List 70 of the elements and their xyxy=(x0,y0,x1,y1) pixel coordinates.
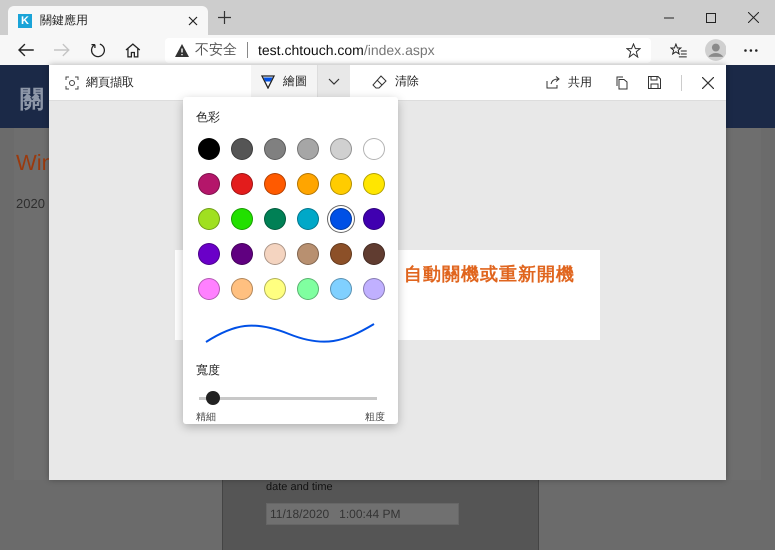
color-swatch[interactable] xyxy=(264,208,286,230)
camera-icon xyxy=(65,76,79,90)
color-swatch[interactable] xyxy=(231,278,253,300)
save-icon[interactable] xyxy=(648,76,661,89)
header-title: 關 xyxy=(20,86,44,113)
address-field[interactable]: 不安全 test.chtouch.com/index.aspx xyxy=(165,38,651,62)
color-swatch[interactable] xyxy=(231,173,253,195)
color-swatch[interactable] xyxy=(198,278,220,300)
color-swatch[interactable] xyxy=(231,208,253,230)
color-swatch[interactable] xyxy=(330,173,352,195)
eraser-icon xyxy=(372,74,387,88)
color-swatch[interactable] xyxy=(264,173,286,195)
star-icon[interactable] xyxy=(626,42,641,58)
tab-title: 關鍵應用 xyxy=(40,12,89,29)
width-title: 寬度 xyxy=(196,362,221,379)
url-text: test.chtouch.com/index.aspx xyxy=(258,42,435,58)
field-label: date and time xyxy=(266,481,334,493)
caret-icon xyxy=(328,78,340,85)
capture-button[interactable]: 網頁擷取 xyxy=(61,74,138,91)
color-swatch[interactable] xyxy=(363,208,385,230)
color-swatch[interactable] xyxy=(297,278,319,300)
min-label: 精細 xyxy=(196,410,216,424)
color-swatch[interactable] xyxy=(330,243,352,265)
home-icon[interactable] xyxy=(125,42,141,58)
color-swatch[interactable] xyxy=(363,173,385,195)
article-date: 2020 xyxy=(16,196,46,211)
color-swatch[interactable] xyxy=(297,173,319,195)
more-icon[interactable] xyxy=(744,48,758,52)
max-label: 粗度 xyxy=(365,410,385,424)
color-swatch[interactable] xyxy=(330,278,352,300)
color-swatch[interactable] xyxy=(231,243,253,265)
copy-icon[interactable] xyxy=(616,76,628,90)
new-tab-icon[interactable] xyxy=(218,11,231,24)
pen-icon xyxy=(261,74,275,88)
close-tab-icon[interactable] xyxy=(188,16,198,26)
browser-tab[interactable]: K 關鍵應用 xyxy=(8,6,208,35)
back-icon[interactable] xyxy=(18,43,34,57)
close-icon[interactable] xyxy=(748,12,759,23)
color-swatch[interactable] xyxy=(264,138,286,160)
color-swatch[interactable] xyxy=(231,138,253,160)
security-label: 不安全 xyxy=(195,41,237,59)
tool-tab[interactable]: 繪圖 xyxy=(251,65,317,100)
color-swatch[interactable] xyxy=(363,138,385,160)
warning-icon xyxy=(175,44,189,56)
color-swatch[interactable] xyxy=(264,278,286,300)
color-swatch[interactable] xyxy=(363,243,385,265)
refresh-icon[interactable] xyxy=(90,42,106,58)
color-swatch[interactable] xyxy=(264,243,286,265)
avatar-icon[interactable] xyxy=(704,39,726,61)
color-swatch[interactable] xyxy=(363,278,385,300)
color-swatch[interactable] xyxy=(198,138,220,160)
screenshot-heading: 自動關機或重新開機 xyxy=(404,264,575,284)
color-swatch[interactable] xyxy=(198,208,220,230)
color-swatch[interactable] xyxy=(330,138,352,160)
color-swatch[interactable] xyxy=(330,208,352,230)
color-title: 色彩 xyxy=(196,109,221,126)
share-button[interactable]: 共用 xyxy=(542,74,596,91)
color-swatch[interactable] xyxy=(297,138,319,160)
close-icon[interactable] xyxy=(702,76,714,88)
minimize-icon[interactable] xyxy=(664,16,674,18)
color-swatch[interactable] xyxy=(198,243,220,265)
share-icon xyxy=(546,76,561,89)
color-swatch[interactable] xyxy=(297,243,319,265)
color-swatch[interactable] xyxy=(297,208,319,230)
favicon-icon: K xyxy=(18,14,32,28)
favorites-icon[interactable] xyxy=(670,42,687,58)
tool-tab[interactable]: 清除 xyxy=(362,65,429,100)
color-swatch[interactable] xyxy=(198,173,220,195)
maximize-icon[interactable] xyxy=(706,12,716,22)
slider-thumb[interactable] xyxy=(206,391,220,405)
